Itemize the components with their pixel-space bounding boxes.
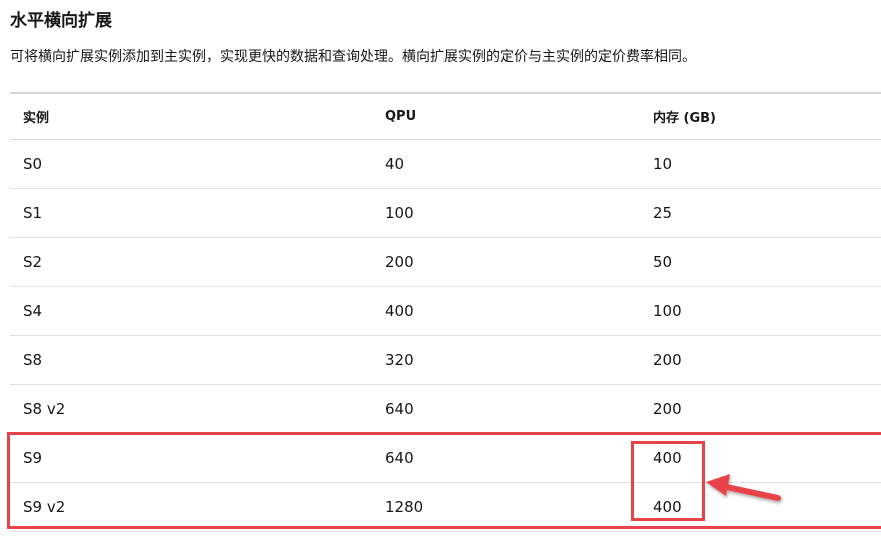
table-row: S0 40 10 — [10, 140, 881, 189]
column-header-instance: 实例 — [23, 111, 50, 126]
cell-instance: S8 v2 — [23, 400, 66, 418]
table-row: S9 640 400 — [10, 434, 881, 483]
cell-qpu: 640 — [385, 449, 414, 467]
cell-instance: S9 v2 — [23, 498, 66, 516]
table-row: S1 100 25 — [10, 189, 881, 238]
cell-instance: S9 — [23, 449, 43, 467]
cell-instance: S1 — [23, 204, 43, 222]
cell-qpu: 40 — [385, 155, 405, 173]
cell-instance: S2 — [23, 253, 43, 271]
cell-qpu: 400 — [385, 302, 414, 320]
column-header-qpu: QPU — [385, 109, 417, 124]
table-row: S8 320 200 — [10, 336, 881, 385]
cell-memory: 25 — [653, 204, 673, 222]
cell-memory: 400 — [653, 449, 682, 467]
table-row: S4 400 100 — [10, 287, 881, 336]
cell-instance: S0 — [23, 155, 43, 173]
instances-table: 实例 QPU 内存 (GB) S0 40 10 S1 100 25 S2 200… — [10, 92, 881, 532]
cell-instance: S8 — [23, 351, 43, 369]
section-title: 水平横向扩展 — [10, 11, 112, 31]
cell-memory: 200 — [653, 351, 682, 369]
column-header-memory: 内存 (GB) — [653, 111, 716, 126]
cell-qpu: 200 — [385, 253, 414, 271]
cell-instance: S4 — [23, 302, 43, 320]
cell-qpu: 100 — [385, 204, 414, 222]
cell-qpu: 640 — [385, 400, 414, 418]
cell-memory: 200 — [653, 400, 682, 418]
cell-qpu: 1280 — [385, 498, 424, 516]
cell-memory: 10 — [653, 155, 673, 173]
cell-memory: 100 — [653, 302, 682, 320]
table-header-row: 实例 QPU 内存 (GB) — [10, 92, 881, 140]
page: 水平横向扩展 可将横向扩展实例添加到主实例，实现更快的数据和查询处理。横向扩展实… — [0, 0, 881, 541]
table-row: S9 v2 1280 400 — [10, 483, 881, 532]
cell-memory: 400 — [653, 498, 682, 516]
section-description: 可将横向扩展实例添加到主实例，实现更快的数据和查询处理。横向扩展实例的定价与主实… — [10, 49, 696, 65]
cell-memory: 50 — [653, 253, 673, 271]
cell-qpu: 320 — [385, 351, 414, 369]
table-row: S2 200 50 — [10, 238, 881, 287]
table-row: S8 v2 640 200 — [10, 385, 881, 434]
